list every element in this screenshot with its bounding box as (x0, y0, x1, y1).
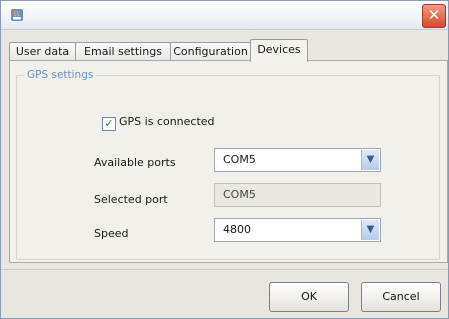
selected-port-label: Selected port (94, 193, 168, 206)
selected-port-value: COM5 (223, 188, 256, 201)
selected-port-field: COM5 (214, 183, 381, 207)
title-bar: ✕ (1, 1, 448, 30)
gps-connected-checkbox[interactable]: ✓ (102, 117, 116, 131)
available-ports-value: COM5 (223, 153, 256, 166)
group-title: GPS settings (24, 69, 97, 81)
available-ports-label: Available ports (94, 156, 176, 169)
speed-label: Speed (94, 227, 129, 240)
cancel-button[interactable]: Cancel (361, 282, 441, 312)
tab-strip: User data Email settings Configuration D… (9, 39, 448, 62)
available-ports-select[interactable]: COM5 ▼ (214, 148, 381, 172)
checkmark-icon: ✓ (104, 117, 114, 130)
button-separator (1, 269, 448, 270)
speed-select[interactable]: 4800 ▼ (214, 218, 381, 242)
close-button[interactable]: ✕ (422, 4, 446, 28)
tab-devices[interactable]: Devices (250, 39, 308, 62)
gps-connected-label[interactable]: GPS is connected (119, 115, 215, 128)
ok-button[interactable]: OK (269, 282, 349, 312)
devices-panel: GPS settings ✓ GPS is connected Availabl… (9, 60, 448, 263)
speed-value: 4800 (223, 223, 251, 236)
chevron-down-icon[interactable]: ▼ (361, 220, 379, 240)
chevron-down-icon[interactable]: ▼ (361, 150, 379, 170)
java-app-icon (11, 9, 23, 21)
tab-user-data[interactable]: User data (9, 42, 76, 61)
tab-email-settings[interactable]: Email settings (75, 42, 171, 61)
close-icon: ✕ (427, 6, 441, 24)
tab-configuration[interactable]: Configuration (170, 42, 251, 61)
settings-dialog: ✕ User data Email settings Configuration… (0, 0, 449, 319)
